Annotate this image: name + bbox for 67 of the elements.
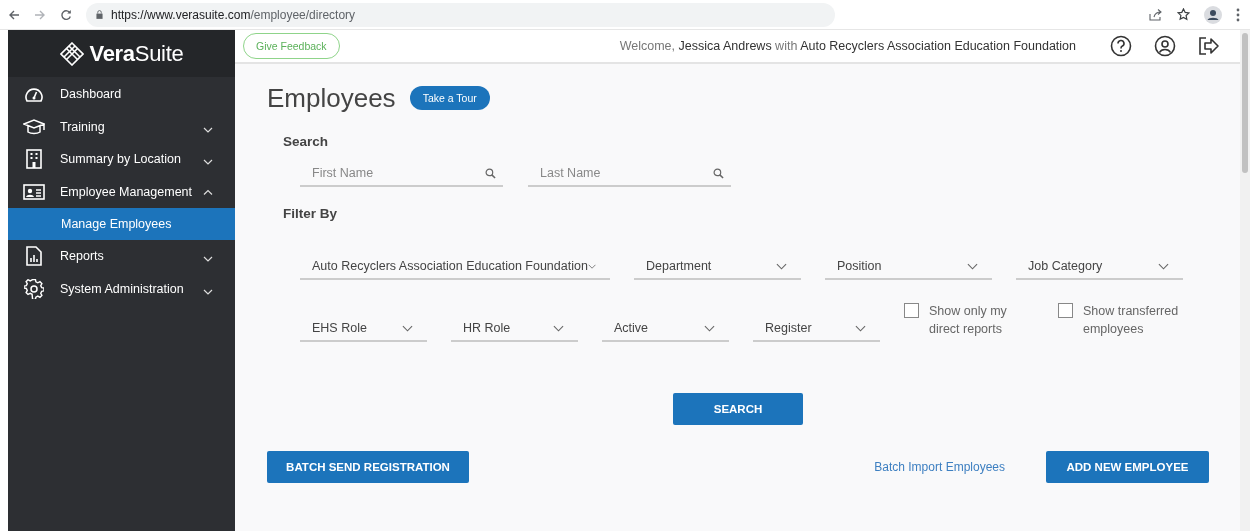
checkbox-label: Show only my direct reports (929, 303, 1008, 338)
more-icon[interactable] (1236, 7, 1240, 22)
checkbox-label: Show transferred employees (1083, 303, 1180, 338)
dropdown[interactable]: Auto Recyclers Association Education Foundation (300, 254, 610, 280)
dropdown[interactable]: Position (825, 254, 992, 280)
url-text: https://www.verasuite.com/employee/directory (111, 7, 356, 22)
building-icon (26, 149, 42, 170)
nav-label: System Administration (60, 281, 185, 296)
chevron-down-icon (704, 324, 715, 332)
share-icon[interactable] (1149, 8, 1163, 21)
dropdown[interactable]: Department (634, 254, 801, 280)
chevron-down-icon (553, 324, 564, 332)
help-icon[interactable] (1110, 35, 1132, 57)
nav-label: Training (60, 119, 106, 134)
chevron-down-icon (402, 324, 413, 332)
nav-label: Employee Management (60, 184, 194, 199)
nav-item[interactable]: Reports (8, 240, 235, 273)
back-icon[interactable] (8, 8, 20, 21)
lock-icon (96, 10, 103, 19)
id-card-icon (23, 183, 45, 200)
gauge-icon (24, 85, 44, 104)
address-bar[interactable]: https://www.verasuite.com/employee/directory (86, 2, 835, 27)
chevron-down-icon (587, 262, 596, 270)
nav-item[interactable]: Employee Management (8, 175, 235, 208)
dropdown[interactable]: EHS Role (300, 316, 427, 342)
batch-import-link[interactable]: Batch Import Employees (874, 460, 1005, 474)
star-icon[interactable] (1177, 8, 1190, 21)
search-field[interactable]: First Name (300, 160, 503, 187)
nav-item[interactable]: Training (8, 110, 235, 143)
dropdown[interactable]: Job Category (1016, 254, 1183, 280)
batch-send-registration-button[interactable]: BATCH SEND REGISTRATION (267, 451, 469, 483)
reload-icon[interactable] (60, 8, 72, 21)
logout-icon[interactable] (1198, 36, 1220, 56)
graduation-cap-icon (23, 118, 45, 135)
page-title: Employees (267, 82, 396, 114)
nav-item[interactable]: System Administration (8, 272, 235, 305)
chevron-down-icon (967, 262, 978, 270)
search-field[interactable]: Last Name (528, 160, 731, 187)
report-icon (26, 246, 42, 267)
add-new-employee-button[interactable]: ADD NEW EMPLOYEE (1046, 451, 1209, 483)
search-button[interactable]: SEARCH (673, 393, 803, 425)
logo-text: VeraSuite (89, 40, 184, 67)
gear-icon (24, 278, 44, 299)
search-icon (713, 168, 724, 179)
nav-item[interactable]: Summary by Location (8, 143, 235, 176)
chevron-down-icon (1158, 262, 1169, 270)
checkbox[interactable] (1058, 303, 1073, 318)
search-icon (485, 168, 496, 179)
welcome-text: Welcome, Jessica Andrews with Auto Recyclers Association Education Foundation (619, 39, 1076, 53)
scrollbar[interactable] (1240, 30, 1250, 531)
dropdown[interactable]: HR Role (451, 316, 578, 342)
dropdown[interactable]: Register (753, 316, 880, 342)
section-heading: Filter By (283, 206, 338, 223)
nav-label: Dashboard (60, 87, 123, 102)
dropdown[interactable]: Active (602, 316, 729, 342)
checkbox[interactable] (904, 303, 919, 318)
user-icon[interactable] (1154, 35, 1176, 57)
chevron-down-icon (855, 324, 866, 332)
take-a-tour-button[interactable]: Take a Tour (409, 86, 490, 110)
chevron-down-icon (776, 262, 787, 270)
section-heading: Search (283, 134, 330, 151)
nav-label: Reports (60, 249, 105, 264)
profile-icon[interactable] (1204, 5, 1222, 24)
nav-subitem[interactable]: Manage Employees (8, 208, 235, 240)
nav-label: Summary by Location (60, 152, 182, 167)
logo-icon (59, 41, 84, 66)
nav-item[interactable]: Dashboard (8, 78, 235, 111)
